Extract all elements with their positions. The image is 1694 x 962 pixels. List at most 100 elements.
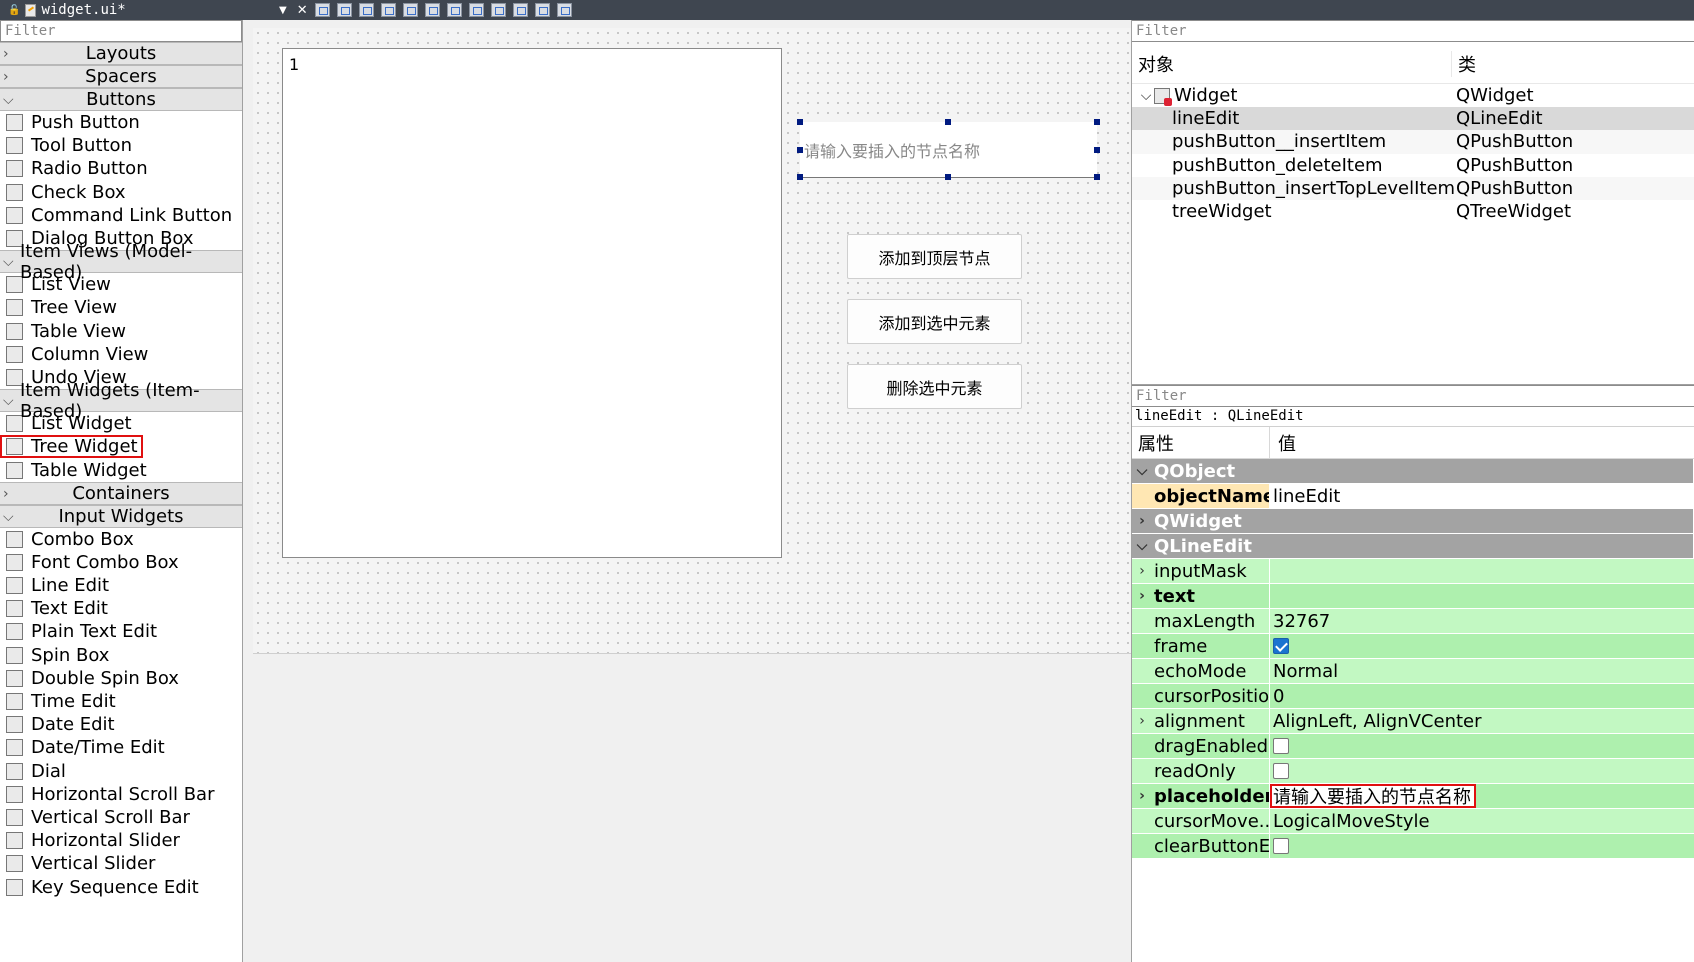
property-row[interactable]: cursorMove... LogicalMoveStyle: [1132, 809, 1694, 834]
property-row[interactable]: › alignment AlignLeft, AlignVCenter: [1132, 709, 1694, 734]
layout-v-splitter-icon[interactable]: [468, 3, 484, 17]
property-checkbox[interactable]: [1273, 763, 1289, 779]
close-icon[interactable]: ✕: [297, 3, 308, 18]
property-row[interactable]: ⌵ QObject: [1132, 459, 1694, 484]
widget-item[interactable]: Vertical Slider: [0, 852, 242, 875]
widget-item[interactable]: Radio Button: [0, 157, 242, 180]
add-to-selected-button[interactable]: 添加到选中元素: [847, 299, 1022, 344]
widget-item[interactable]: Date/Time Edit: [0, 736, 242, 759]
property-row[interactable]: › QWidget: [1132, 509, 1694, 534]
placeholder-value-highlight[interactable]: 请输入要插入的节点名称: [1270, 784, 1476, 808]
widget-item[interactable]: Time Edit: [0, 690, 242, 713]
chevron-right-icon[interactable]: ›: [1134, 588, 1150, 604]
property-value-cell[interactable]: 32767: [1270, 609, 1694, 633]
property-row[interactable]: ⌵ QLineEdit: [1132, 534, 1694, 559]
widget-item[interactable]: Command Link Button: [0, 204, 242, 227]
property-row[interactable]: › text: [1132, 584, 1694, 609]
object-filter-input[interactable]: Filter: [1132, 20, 1694, 42]
property-row[interactable]: dragEnabled: [1132, 734, 1694, 759]
widget-item[interactable]: Tree Widget: [0, 435, 143, 459]
widget-item[interactable]: Table Widget: [0, 458, 242, 481]
widget-item[interactable]: Spin Box: [0, 644, 242, 667]
object-column-header[interactable]: 对象: [1132, 51, 1452, 77]
chevron-down-icon[interactable]: ⌵: [3, 92, 14, 108]
widget-item[interactable]: Column View: [0, 343, 242, 366]
property-value-cell[interactable]: [1270, 584, 1694, 608]
layout-horizontal-icon[interactable]: [402, 3, 418, 17]
value-column-header[interactable]: 值: [1270, 430, 1296, 456]
edit-signals-icon[interactable]: [336, 3, 352, 17]
layout-grid-icon[interactable]: [512, 3, 528, 17]
widget-item[interactable]: Tree View: [0, 296, 242, 319]
property-row[interactable]: cursorPosition 0: [1132, 684, 1694, 709]
object-row[interactable]: treeWidget QTreeWidget: [1132, 200, 1694, 223]
property-value-cell[interactable]: AlignLeft, AlignVCenter: [1270, 709, 1694, 733]
break-layout-icon[interactable]: [534, 3, 550, 17]
widget-item[interactable]: Push Button: [0, 111, 242, 134]
object-row[interactable]: lineEdit QLineEdit: [1132, 107, 1694, 131]
selection-handle[interactable]: [945, 174, 951, 180]
property-row[interactable]: objectName lineEdit: [1132, 484, 1694, 509]
widget-item[interactable]: Plain Text Edit: [0, 620, 242, 643]
widget-category[interactable]: ⌵ Input Widgets: [0, 504, 242, 528]
chevron-down-icon[interactable]: ⌵: [1134, 463, 1150, 479]
selection-handle[interactable]: [797, 174, 803, 180]
widget-item[interactable]: Horizontal Slider: [0, 829, 242, 852]
file-tab[interactable]: 🔓 widget.ui*: [0, 2, 275, 18]
property-row[interactable]: clearButtonE...: [1132, 834, 1694, 859]
delete-selected-button[interactable]: 删除选中元素: [847, 364, 1022, 409]
widget-item[interactable]: Text Edit: [0, 597, 242, 620]
property-value-cell[interactable]: Normal: [1270, 659, 1694, 683]
chevron-right-icon[interactable]: ›: [3, 486, 9, 502]
widget-item[interactable]: Tool Button: [0, 134, 242, 157]
chevron-right-icon[interactable]: ›: [1134, 563, 1150, 579]
property-value-cell[interactable]: [1270, 759, 1694, 783]
widget-item[interactable]: Font Combo Box: [0, 551, 242, 574]
widget-item[interactable]: Key Sequence Edit: [0, 875, 242, 898]
selection-handle[interactable]: [797, 119, 803, 125]
property-row[interactable]: frame: [1132, 634, 1694, 659]
property-row[interactable]: ›placeholder...请输入要插入的节点名称: [1132, 784, 1694, 809]
chevron-down-icon[interactable]: ⌵: [3, 393, 14, 409]
widget-category[interactable]: ⌵ Item Views (Model-Based): [0, 241, 242, 283]
tree-widget[interactable]: 1: [282, 48, 782, 558]
widget-item[interactable]: Date Edit: [0, 713, 242, 736]
widget-item[interactable]: Check Box: [0, 181, 242, 204]
property-value-cell[interactable]: 0: [1270, 684, 1694, 708]
property-value-cell[interactable]: 请输入要插入的节点名称: [1270, 784, 1694, 808]
widget-category[interactable]: ⌵ Buttons: [0, 88, 242, 111]
object-row[interactable]: ⌵ Widget QWidget: [1132, 84, 1694, 107]
chevron-right-icon[interactable]: ›: [3, 46, 9, 62]
property-checkbox[interactable]: [1273, 638, 1289, 654]
edit-tab-order-icon[interactable]: [380, 3, 396, 17]
widget-item[interactable]: Table View: [0, 320, 242, 343]
selection-handle[interactable]: [945, 119, 951, 125]
selection-handle[interactable]: [1094, 174, 1100, 180]
selection-handle[interactable]: [1094, 119, 1100, 125]
widget-category[interactable]: › Layouts: [0, 42, 242, 65]
chevron-right-icon[interactable]: ›: [3, 69, 9, 85]
layout-h-splitter-icon[interactable]: [446, 3, 462, 17]
widget-category[interactable]: ⌵ Item Widgets (Item-Based): [0, 380, 242, 422]
object-row[interactable]: pushButton_insertTopLevelItem QPushButton: [1132, 176, 1694, 200]
property-value-cell[interactable]: [1270, 559, 1694, 583]
property-value-cell[interactable]: [1270, 734, 1694, 758]
node-name-line-edit[interactable]: 请输入要插入的节点名称: [797, 119, 1100, 180]
property-checkbox[interactable]: [1273, 838, 1289, 854]
adjust-size-icon[interactable]: [556, 3, 572, 17]
property-value-cell[interactable]: [1270, 634, 1694, 658]
edit-widgets-icon[interactable]: [314, 3, 330, 17]
widget-item[interactable]: Dial: [0, 760, 242, 783]
property-filter-input[interactable]: Filter: [1132, 385, 1694, 407]
selection-handle[interactable]: [797, 147, 803, 153]
property-value-cell[interactable]: lineEdit: [1270, 484, 1694, 508]
property-row[interactable]: echoMode Normal: [1132, 659, 1694, 684]
property-checkbox[interactable]: [1273, 738, 1289, 754]
widget-category[interactable]: › Spacers: [0, 65, 242, 88]
chevron-down-icon[interactable]: ⌵: [3, 509, 14, 525]
property-value-cell[interactable]: [1270, 834, 1694, 858]
property-row[interactable]: › inputMask: [1132, 559, 1694, 584]
widget-item[interactable]: Line Edit: [0, 574, 242, 597]
form-canvas[interactable]: 1 请输入要插入的节点名称 添加到顶层节点 添加到选中元素 删除选中元素: [253, 28, 1131, 654]
widget-category[interactable]: › Containers: [0, 481, 242, 505]
